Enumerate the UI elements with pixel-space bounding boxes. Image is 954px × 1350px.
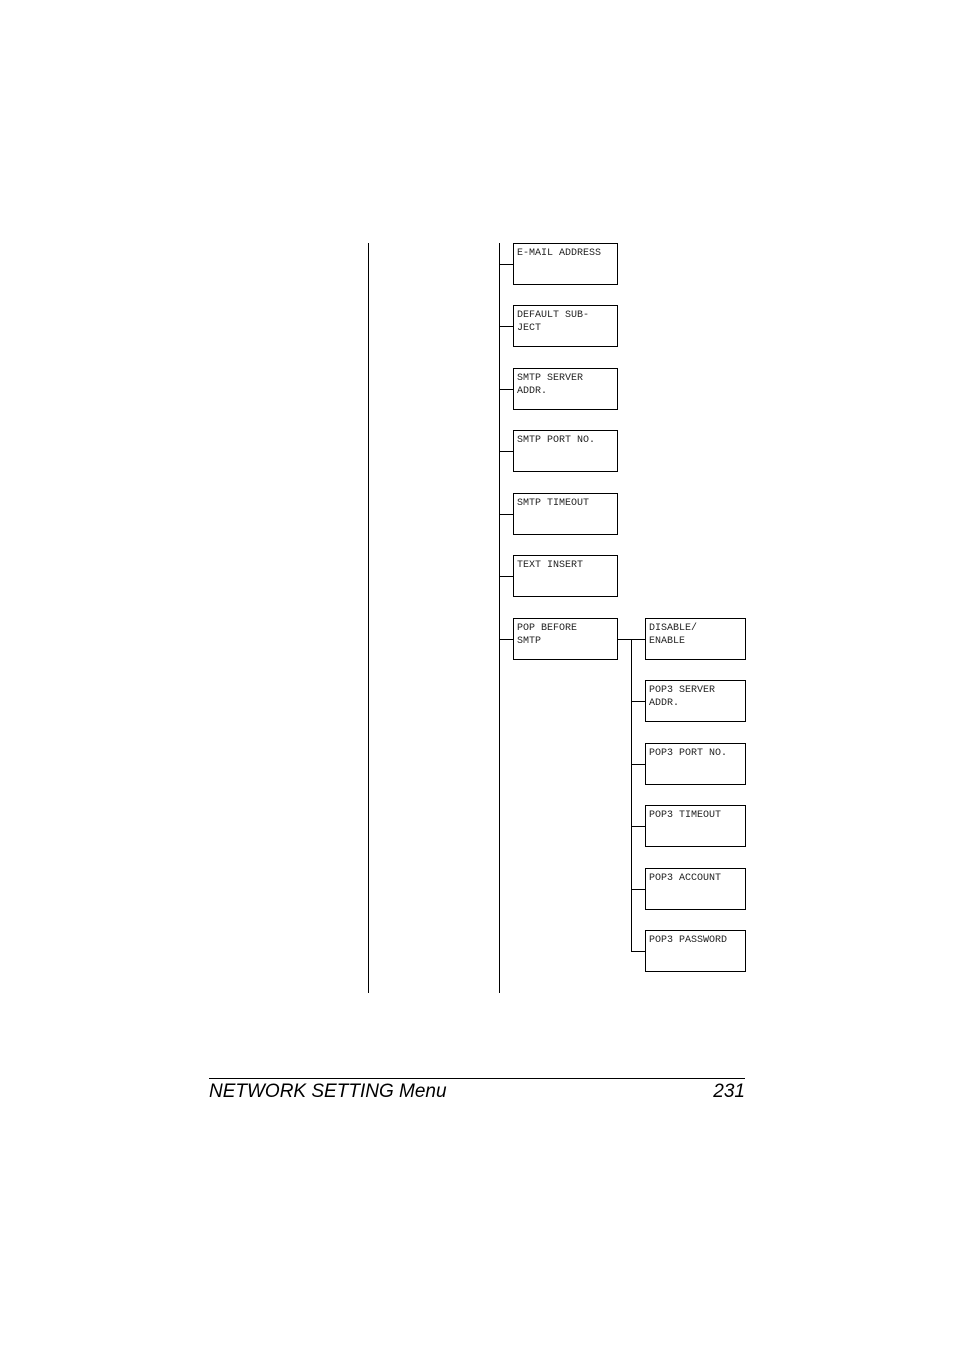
menu-item-text-insert: TEXT INSERT <box>513 555 618 597</box>
tree-trunk-level-2 <box>499 243 500 993</box>
tree-trunk-level-3 <box>631 639 632 952</box>
connector <box>499 326 513 327</box>
connector <box>631 826 645 827</box>
connector <box>499 451 513 452</box>
connector <box>499 514 513 515</box>
menu-item-pop3-password: POP3 PASSWORD <box>645 930 746 972</box>
footer-section-title: NETWORK SETTING Menu <box>209 1081 447 1102</box>
connector <box>499 389 513 390</box>
connector <box>631 701 645 702</box>
menu-item-pop3-server-addr: POP3 SERVER ADDR. <box>645 680 746 722</box>
menu-item-pop-before-smtp: POP BEFORE SMTP <box>513 618 618 660</box>
menu-item-pop3-account: POP3 ACCOUNT <box>645 868 746 910</box>
page-number: 231 <box>713 1081 745 1102</box>
connector <box>631 889 645 890</box>
menu-item-smtp-timeout: SMTP TIMEOUT <box>513 493 618 535</box>
tree-trunk-level-1 <box>368 243 369 993</box>
menu-item-default-subject: DEFAULT SUB- JECT <box>513 305 618 347</box>
footer-divider <box>209 1078 745 1079</box>
menu-item-smtp-server-addr: SMTP SERVER ADDR. <box>513 368 618 410</box>
connector <box>631 764 645 765</box>
menu-item-pop3-port-no: POP3 PORT NO. <box>645 743 746 785</box>
menu-item-disable-enable: DISABLE/ ENABLE <box>645 618 746 660</box>
menu-item-pop3-timeout: POP3 TIMEOUT <box>645 805 746 847</box>
connector <box>499 576 513 577</box>
menu-item-email-address: E-MAIL ADDRESS <box>513 243 618 285</box>
connector <box>499 264 513 265</box>
connector <box>617 639 645 640</box>
menu-item-smtp-port-no: SMTP PORT NO. <box>513 430 618 472</box>
connector <box>499 639 513 640</box>
connector <box>631 951 645 952</box>
